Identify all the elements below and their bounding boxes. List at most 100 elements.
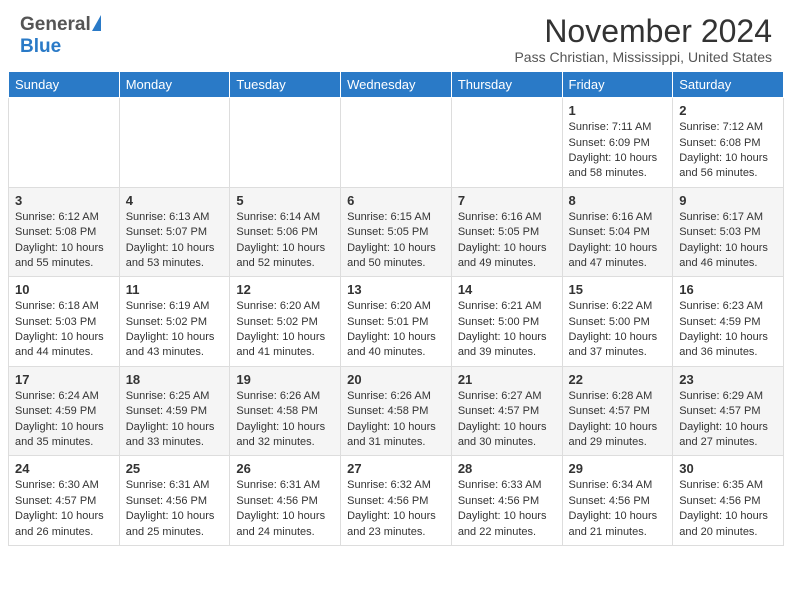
calendar-wrapper: Sunday Monday Tuesday Wednesday Thursday… bbox=[0, 71, 792, 554]
day-info: Sunrise: 6:12 AM Sunset: 5:08 PM Dayligh… bbox=[15, 210, 113, 272]
day-info: Sunrise: 6:31 AM Sunset: 4:56 PM Dayligh… bbox=[236, 478, 334, 540]
day-number: 15 bbox=[569, 282, 667, 297]
table-row: 2Sunrise: 7:12 AM Sunset: 6:08 PM Daylig… bbox=[673, 98, 784, 188]
day-number: 29 bbox=[569, 461, 667, 476]
day-number: 18 bbox=[126, 372, 224, 387]
day-info: Sunrise: 6:20 AM Sunset: 5:01 PM Dayligh… bbox=[347, 299, 445, 361]
table-row: 7Sunrise: 6:16 AM Sunset: 5:05 PM Daylig… bbox=[451, 187, 562, 277]
day-info: Sunrise: 6:33 AM Sunset: 4:56 PM Dayligh… bbox=[458, 478, 556, 540]
logo-triangle-icon bbox=[92, 15, 101, 31]
day-info: Sunrise: 6:16 AM Sunset: 5:04 PM Dayligh… bbox=[569, 210, 667, 272]
day-info: Sunrise: 6:19 AM Sunset: 5:02 PM Dayligh… bbox=[126, 299, 224, 361]
day-info: Sunrise: 6:30 AM Sunset: 4:57 PM Dayligh… bbox=[15, 478, 113, 540]
col-sunday: Sunday bbox=[9, 72, 120, 98]
day-number: 9 bbox=[679, 193, 777, 208]
day-number: 6 bbox=[347, 193, 445, 208]
day-number: 22 bbox=[569, 372, 667, 387]
table-row bbox=[341, 98, 452, 188]
day-number: 7 bbox=[458, 193, 556, 208]
day-number: 16 bbox=[679, 282, 777, 297]
table-row: 5 Sunrise: 6:14 AM Sunset: 5:06 PM Daylig… bbox=[230, 187, 341, 277]
calendar-week-row: 1 Sunrise: 7:11 AM Sunset: 6:09 PM Daylig… bbox=[9, 98, 784, 188]
day-number: 30 bbox=[679, 461, 777, 476]
col-monday: Monday bbox=[119, 72, 230, 98]
col-friday: Friday bbox=[562, 72, 673, 98]
day-info: Sunrise: 6:21 AM Sunset: 5:00 PM Dayligh… bbox=[458, 299, 556, 361]
col-wednesday: Wednesday bbox=[341, 72, 452, 98]
table-row: 3Sunrise: 6:12 AM Sunset: 5:08 PM Daylig… bbox=[9, 187, 120, 277]
day-number: 12 bbox=[236, 282, 334, 297]
day-info: Sunrise: 6:34 AM Sunset: 4:56 PM Dayligh… bbox=[569, 478, 667, 540]
logo-general: General bbox=[20, 14, 91, 36]
table-row bbox=[230, 98, 341, 188]
day-info: Sunrise: 6:17 AM Sunset: 5:03 PM Dayligh… bbox=[679, 210, 777, 272]
day-number: 1 bbox=[569, 103, 667, 118]
table-row: 21Sunrise: 6:27 AM Sunset: 4:57 PM Dayli… bbox=[451, 366, 562, 456]
location: Pass Christian, Mississippi, United Stat… bbox=[514, 49, 772, 65]
table-row: 14Sunrise: 6:21 AM Sunset: 5:00 PM Dayli… bbox=[451, 277, 562, 367]
calendar-week-row: 24 Sunrise: 6:30 AM Sunset: 4:57 PM Dayli… bbox=[9, 456, 784, 546]
day-info: Sunrise: 6:22 AM Sunset: 5:00 PM Dayligh… bbox=[569, 299, 667, 361]
table-row: 23Sunrise: 6:29 AM Sunset: 4:57 PM Dayli… bbox=[673, 366, 784, 456]
day-info: Sunrise: 6:20 AM Sunset: 5:02 PM Dayligh… bbox=[236, 299, 334, 361]
day-number: 2 bbox=[679, 103, 777, 118]
day-info: Sunrise: 6:14 AM Sunset: 5:06 PM Dayligh… bbox=[236, 210, 334, 272]
table-row: 8Sunrise: 6:16 AM Sunset: 5:04 PM Daylig… bbox=[562, 187, 673, 277]
day-info: Sunrise: 6:35 AM Sunset: 4:56 PM Dayligh… bbox=[679, 478, 777, 540]
table-row: 17 Sunrise: 6:24 AM Sunset: 4:59 PM Dayli… bbox=[9, 366, 120, 456]
table-row: 16 Sunrise: 6:23 AM Sunset: 4:59 PM Dayli… bbox=[673, 277, 784, 367]
calendar-week-row: 17 Sunrise: 6:24 AM Sunset: 4:59 PM Dayli… bbox=[9, 366, 784, 456]
table-row: 22 Sunrise: 6:28 AM Sunset: 4:57 PM Dayli… bbox=[562, 366, 673, 456]
day-info: Sunrise: 6:25 AM Sunset: 4:59 PM Dayligh… bbox=[126, 389, 224, 451]
day-number: 28 bbox=[458, 461, 556, 476]
day-number: 4 bbox=[126, 193, 224, 208]
table-row bbox=[451, 98, 562, 188]
day-info: Sunrise: 7:11 AM Sunset: 6:09 PM Dayligh… bbox=[569, 120, 667, 182]
day-number: 17 bbox=[15, 372, 113, 387]
col-thursday: Thursday bbox=[451, 72, 562, 98]
calendar-week-row: 10Sunrise: 6:18 AM Sunset: 5:03 PM Dayli… bbox=[9, 277, 784, 367]
logo: General Blue bbox=[20, 14, 101, 58]
table-row: 10Sunrise: 6:18 AM Sunset: 5:03 PM Dayli… bbox=[9, 277, 120, 367]
logo-blue: Blue bbox=[20, 36, 61, 58]
day-number: 26 bbox=[236, 461, 334, 476]
table-row: 27Sunrise: 6:32 AM Sunset: 4:56 PM Dayli… bbox=[341, 456, 452, 546]
day-number: 11 bbox=[126, 282, 224, 297]
day-info: Sunrise: 6:26 AM Sunset: 4:58 PM Dayligh… bbox=[347, 389, 445, 451]
calendar-header-row: Sunday Monday Tuesday Wednesday Thursday… bbox=[9, 72, 784, 98]
table-row: 24 Sunrise: 6:30 AM Sunset: 4:57 PM Dayli… bbox=[9, 456, 120, 546]
table-row bbox=[9, 98, 120, 188]
table-row: 12 Sunrise: 6:20 AM Sunset: 5:02 PM Dayli… bbox=[230, 277, 341, 367]
page-header: General Blue November 2024 Pass Christia… bbox=[0, 0, 792, 71]
col-tuesday: Tuesday bbox=[230, 72, 341, 98]
day-number: 5 bbox=[236, 193, 334, 208]
calendar-week-row: 3Sunrise: 6:12 AM Sunset: 5:08 PM Daylig… bbox=[9, 187, 784, 277]
table-row: 19 Sunrise: 6:26 AM Sunset: 4:58 PM Dayli… bbox=[230, 366, 341, 456]
day-number: 13 bbox=[347, 282, 445, 297]
table-row: 6 Sunrise: 6:15 AM Sunset: 5:05 PM Daylig… bbox=[341, 187, 452, 277]
title-block: November 2024 Pass Christian, Mississipp… bbox=[514, 14, 772, 65]
day-info: Sunrise: 6:18 AM Sunset: 5:03 PM Dayligh… bbox=[15, 299, 113, 361]
col-saturday: Saturday bbox=[673, 72, 784, 98]
table-row: 29 Sunrise: 6:34 AM Sunset: 4:56 PM Dayli… bbox=[562, 456, 673, 546]
table-row bbox=[119, 98, 230, 188]
day-number: 19 bbox=[236, 372, 334, 387]
day-info: Sunrise: 6:15 AM Sunset: 5:05 PM Dayligh… bbox=[347, 210, 445, 272]
day-number: 24 bbox=[15, 461, 113, 476]
calendar-table: Sunday Monday Tuesday Wednesday Thursday… bbox=[8, 71, 784, 546]
day-info: Sunrise: 6:26 AM Sunset: 4:58 PM Dayligh… bbox=[236, 389, 334, 451]
day-info: Sunrise: 6:28 AM Sunset: 4:57 PM Dayligh… bbox=[569, 389, 667, 451]
table-row: 13 Sunrise: 6:20 AM Sunset: 5:01 PM Dayli… bbox=[341, 277, 452, 367]
day-number: 25 bbox=[126, 461, 224, 476]
day-info: Sunrise: 6:31 AM Sunset: 4:56 PM Dayligh… bbox=[126, 478, 224, 540]
day-info: Sunrise: 6:29 AM Sunset: 4:57 PM Dayligh… bbox=[679, 389, 777, 451]
table-row: 25 Sunrise: 6:31 AM Sunset: 4:56 PM Dayli… bbox=[119, 456, 230, 546]
day-info: Sunrise: 6:23 AM Sunset: 4:59 PM Dayligh… bbox=[679, 299, 777, 361]
table-row: 30 Sunrise: 6:35 AM Sunset: 4:56 PM Dayli… bbox=[673, 456, 784, 546]
table-row: 4Sunrise: 6:13 AM Sunset: 5:07 PM Daylig… bbox=[119, 187, 230, 277]
day-info: Sunrise: 6:24 AM Sunset: 4:59 PM Dayligh… bbox=[15, 389, 113, 451]
table-row: 15 Sunrise: 6:22 AM Sunset: 5:00 PM Dayli… bbox=[562, 277, 673, 367]
table-row: 1 Sunrise: 7:11 AM Sunset: 6:09 PM Daylig… bbox=[562, 98, 673, 188]
table-row: 20Sunrise: 6:26 AM Sunset: 4:58 PM Dayli… bbox=[341, 366, 452, 456]
month-title: November 2024 bbox=[514, 14, 772, 49]
